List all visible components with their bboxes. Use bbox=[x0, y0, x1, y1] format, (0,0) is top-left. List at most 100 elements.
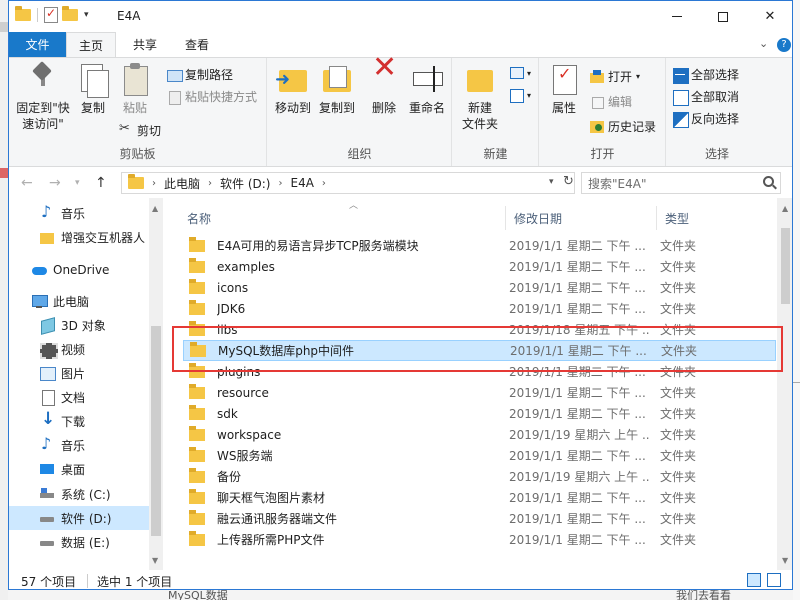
qat-dropdown-icon[interactable]: ▾ bbox=[84, 10, 89, 20]
close-button[interactable]: ✕ bbox=[747, 1, 792, 32]
nav-item-drive-d[interactable]: 软件 (D:) bbox=[9, 506, 149, 530]
scroll-down-icon[interactable]: ▼ bbox=[782, 556, 788, 565]
file-row[interactable]: 聊天框气泡图片素材 2019/1/1 星期二 下午 ... 文件夹 bbox=[183, 487, 776, 508]
history-button[interactable]: 历史记录 bbox=[590, 118, 656, 135]
file-row[interactable]: JDK6 2019/1/1 星期二 下午 ... 文件夹 bbox=[183, 298, 776, 319]
new-item-button[interactable]: ▾ bbox=[509, 66, 531, 80]
file-date: 2019/1/1 星期二 下午 ... bbox=[509, 281, 646, 295]
file-row[interactable]: sdk 2019/1/1 星期二 下午 ... 文件夹 bbox=[183, 403, 776, 424]
file-row[interactable]: 融云通讯服务器端文件 2019/1/1 星期二 下午 ... 文件夹 bbox=[183, 508, 776, 529]
nav-item-downloads[interactable]: 下载 bbox=[9, 409, 149, 433]
up-icon[interactable]: ↑ bbox=[95, 175, 107, 191]
nav-scrollbar-thumb[interactable] bbox=[151, 326, 161, 536]
properties-button[interactable]: 属性 bbox=[546, 62, 582, 116]
file-row[interactable]: plugins 2019/1/1 星期二 下午 ... 文件夹 bbox=[183, 361, 776, 382]
delete-button[interactable]: 删除 bbox=[366, 60, 402, 116]
easy-access-button[interactable]: ▾ bbox=[509, 88, 531, 103]
tab-home[interactable]: 主页 bbox=[66, 32, 116, 57]
new-folder-qat-icon[interactable] bbox=[62, 6, 78, 21]
tab-file[interactable]: 文件 bbox=[9, 32, 66, 57]
file-row[interactable]: 备份 2019/1/19 星期六 上午 ... 文件夹 bbox=[183, 466, 776, 487]
details-view-icon[interactable] bbox=[747, 573, 761, 587]
chevron-right-icon[interactable]: › bbox=[278, 178, 282, 189]
chevron-right-icon[interactable]: › bbox=[152, 178, 156, 189]
nav-item-desktop[interactable]: 桌面 bbox=[9, 457, 149, 481]
column-header-name[interactable]: 名称 bbox=[187, 206, 487, 230]
tab-view[interactable]: 查看 bbox=[171, 32, 223, 57]
nav-item-documents[interactable]: 文档 bbox=[9, 385, 149, 409]
nav-item-onedrive[interactable]: OneDrive bbox=[9, 258, 149, 282]
file-row[interactable]: 上传器所需PHP文件 2019/1/1 星期二 下午 ... 文件夹 bbox=[183, 529, 776, 550]
nav-item-3d-objects[interactable]: 3D 对象 bbox=[9, 313, 149, 337]
nav-item-this-pc[interactable]: 此电脑 bbox=[9, 289, 149, 313]
paste-shortcut-button[interactable]: 粘贴快捷方式 bbox=[167, 88, 257, 105]
title-bar: ▾ E4A ✕ bbox=[9, 1, 792, 32]
back-icon[interactable]: ← bbox=[21, 175, 33, 191]
open-button[interactable]: 打开 ▾ bbox=[590, 68, 640, 85]
nav-label: 软件 (D:) bbox=[61, 511, 112, 526]
forward-icon[interactable]: → bbox=[49, 175, 61, 191]
nav-item-music-quick[interactable]: 音乐 bbox=[9, 201, 149, 225]
select-none-button[interactable]: 全部取消 bbox=[673, 88, 739, 106]
scroll-up-icon[interactable]: ▲ bbox=[782, 204, 788, 213]
invert-selection-button[interactable]: 反向选择 bbox=[673, 110, 740, 128]
chevron-right-icon[interactable]: › bbox=[208, 178, 212, 189]
invert-selection-label: 反向选择 bbox=[691, 112, 740, 126]
edit-button[interactable]: 编辑 bbox=[590, 93, 632, 110]
new-item-icon bbox=[509, 66, 524, 80]
breadcrumb-this-pc[interactable]: 此电脑 bbox=[164, 175, 200, 192]
recent-locations-icon[interactable]: ▾ bbox=[75, 178, 80, 188]
nav-scrollbar[interactable]: ▲ ▼ bbox=[149, 198, 163, 570]
properties-qat-icon[interactable] bbox=[44, 6, 58, 23]
column-divider[interactable] bbox=[656, 206, 657, 230]
nav-item-videos[interactable]: 视频 bbox=[9, 337, 149, 361]
file-row[interactable]: workspace 2019/1/19 星期六 上午 ... 文件夹 bbox=[183, 424, 776, 445]
large-icons-view-icon[interactable] bbox=[767, 573, 781, 587]
nav-item-music[interactable]: 音乐 bbox=[9, 433, 149, 457]
downloads-icon bbox=[39, 409, 55, 429]
address-bar[interactable]: › 此电脑 › 软件 (D:) › E4A › bbox=[121, 172, 575, 194]
new-folder-button[interactable]: 新建 文件夹 bbox=[459, 62, 501, 132]
nav-item-pictures[interactable]: 图片 bbox=[9, 361, 149, 385]
scroll-down-icon[interactable]: ▼ bbox=[152, 556, 158, 565]
breadcrumb-drive-d[interactable]: 软件 (D:) bbox=[220, 175, 270, 192]
column-divider[interactable] bbox=[505, 206, 506, 230]
file-row[interactable]: icons 2019/1/1 星期二 下午 ... 文件夹 bbox=[183, 277, 776, 298]
minimize-button[interactable] bbox=[654, 1, 700, 32]
select-all-button[interactable]: 全部选择 bbox=[673, 66, 739, 84]
maximize-button[interactable] bbox=[700, 1, 746, 32]
rename-button[interactable]: 重命名 bbox=[406, 62, 448, 116]
open-group-label: 打开 bbox=[590, 147, 615, 161]
file-list-scrollbar-thumb[interactable] bbox=[781, 228, 790, 304]
help-icon[interactable]: ? bbox=[777, 38, 791, 52]
scroll-up-icon[interactable]: ▲ bbox=[152, 204, 158, 213]
search-input[interactable]: 搜索"E4A" bbox=[581, 172, 781, 194]
column-header-type[interactable]: 类型 bbox=[665, 206, 765, 230]
ribbon-collapse-icon[interactable]: ⌄ bbox=[759, 37, 768, 50]
file-row[interactable]: examples 2019/1/1 星期二 下午 ... 文件夹 bbox=[183, 256, 776, 277]
address-dropdown-icon[interactable]: ▾ bbox=[549, 177, 554, 187]
breadcrumb-e4a[interactable]: E4A bbox=[290, 176, 313, 190]
refresh-icon[interactable]: ↻ bbox=[563, 174, 574, 189]
move-to-button[interactable]: 移动到 bbox=[272, 62, 314, 116]
file-type: 文件夹 bbox=[660, 533, 697, 547]
file-row[interactable]: E4A可用的易语言异步TCP服务端模块 2019/1/1 星期二 下午 ... 文件… bbox=[183, 235, 776, 256]
pin-quick-access-button[interactable]: 固定到"快 速访问" bbox=[15, 62, 71, 132]
copy-button[interactable]: 复制 bbox=[75, 62, 111, 116]
status-divider bbox=[87, 574, 88, 588]
column-header-date[interactable]: 修改日期 bbox=[514, 206, 654, 230]
file-row[interactable]: libs 2019/1/18 星期五 下午 ... 文件夹 bbox=[183, 319, 776, 340]
file-row[interactable]: resource 2019/1/1 星期二 下午 ... 文件夹 bbox=[183, 382, 776, 403]
chevron-right-icon[interactable]: › bbox=[322, 178, 326, 189]
paste-button[interactable]: 粘贴 bbox=[117, 62, 153, 116]
nav-item-drive-c[interactable]: 系统 (C:) bbox=[9, 482, 149, 506]
file-row[interactable]: MySQL数据库php中间件 2019/1/1 星期二 下午 ... 文件夹 bbox=[183, 340, 776, 361]
tab-share[interactable]: 共享 bbox=[119, 32, 171, 57]
cut-button[interactable]: 剪切 bbox=[119, 121, 161, 139]
file-row[interactable]: WS服务端 2019/1/1 星期二 下午 ... 文件夹 bbox=[183, 445, 776, 466]
file-list-scrollbar[interactable]: ▲ ▼ bbox=[777, 198, 792, 570]
copy-path-button[interactable]: 复制路径 bbox=[167, 66, 233, 83]
nav-item-drive-e[interactable]: 数据 (E:) bbox=[9, 530, 149, 554]
nav-item-robot[interactable]: 增强交互机器人 bbox=[9, 225, 149, 249]
copy-to-button[interactable]: 复制到 bbox=[316, 62, 358, 116]
